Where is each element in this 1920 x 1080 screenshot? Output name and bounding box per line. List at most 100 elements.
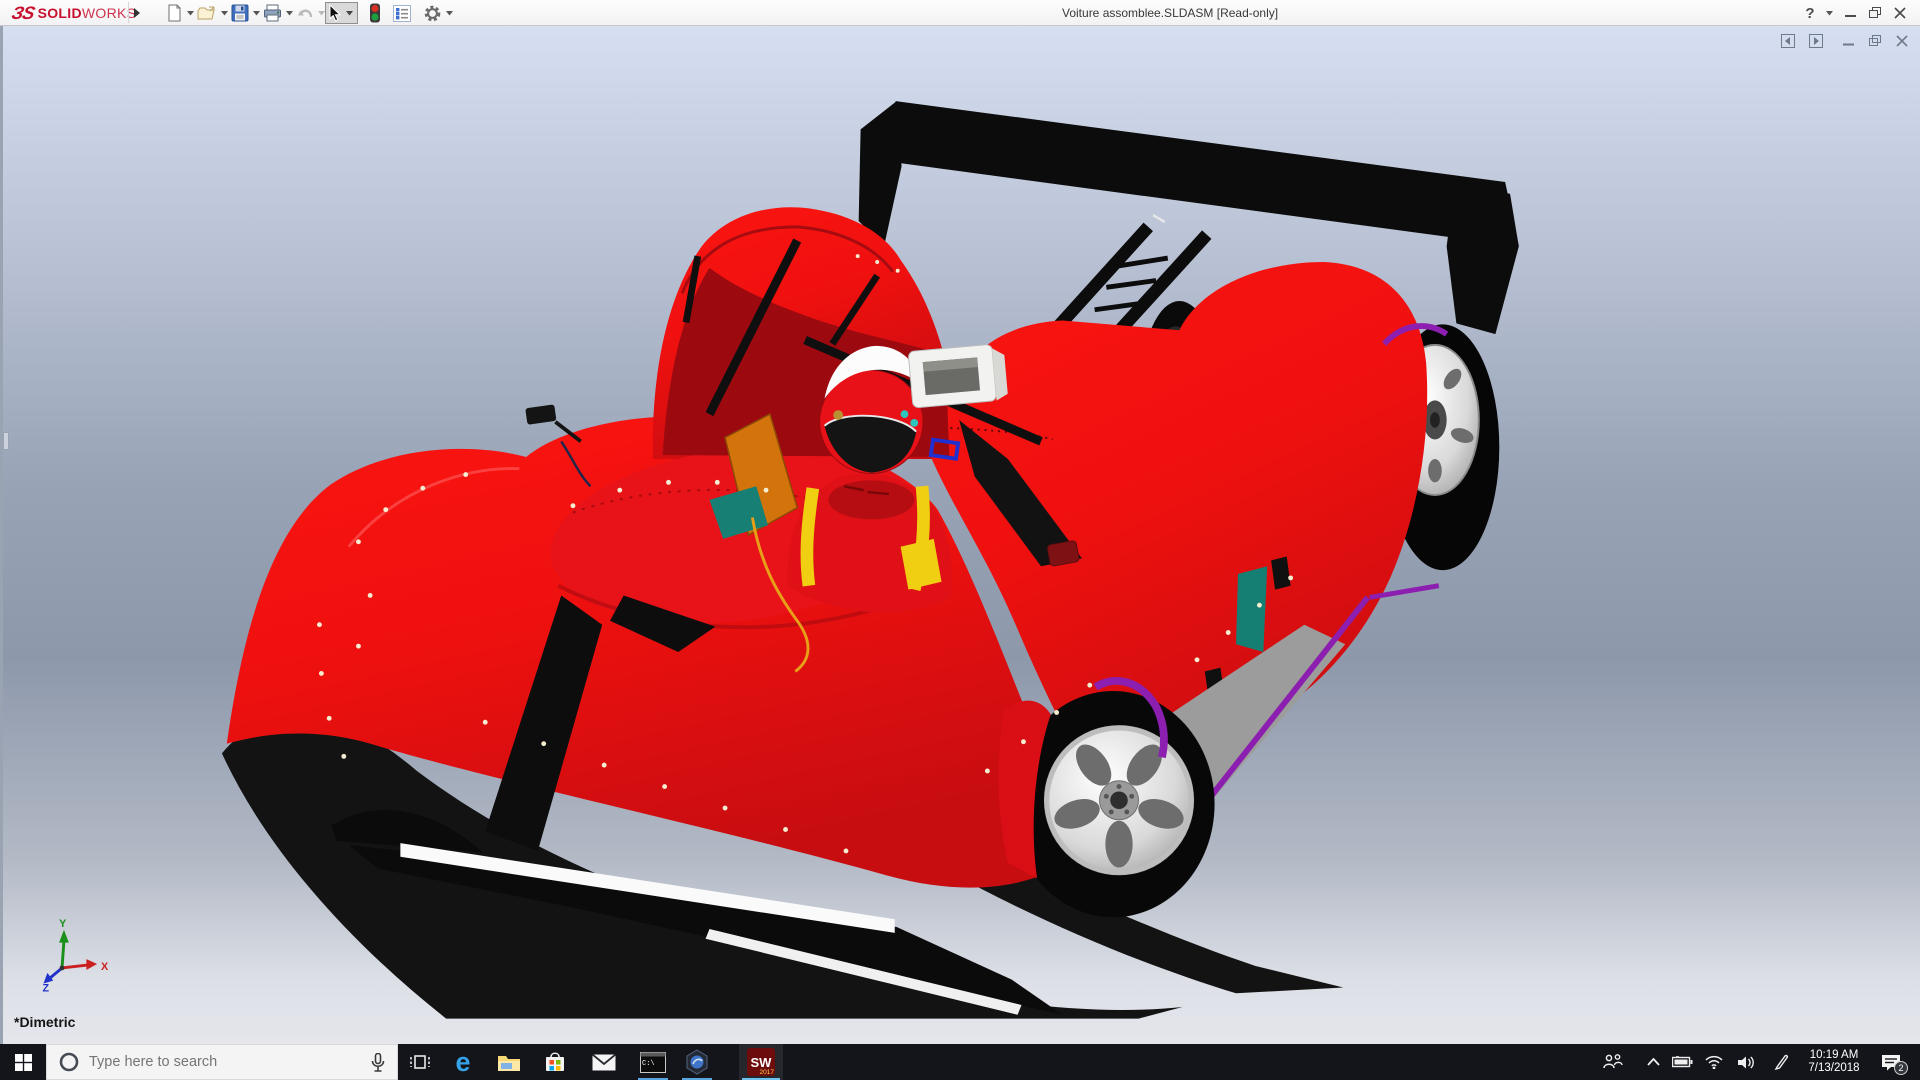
save-button[interactable] (228, 1, 252, 25)
start-button[interactable] (0, 1044, 46, 1080)
graphics-viewport[interactable]: Y X Z *Dimetric (0, 26, 1920, 1044)
task-view-icon (409, 1052, 431, 1072)
orientation-triad: Y X Z (43, 918, 110, 994)
windows-taskbar: e C:\ (0, 1044, 1920, 1080)
taskbar-solidworks[interactable]: SW 2017 (739, 1044, 783, 1080)
file-properties-button[interactable] (390, 1, 414, 25)
sw-label: SW (751, 1055, 772, 1070)
tray-time: 10:19 AM (1810, 1049, 1859, 1062)
task-view-button[interactable] (398, 1044, 442, 1080)
printer-icon (263, 4, 282, 22)
edge-icon: e (455, 1049, 470, 1076)
battery-button[interactable] (1668, 1044, 1696, 1080)
battery-icon (1672, 1056, 1693, 1068)
wifi-button[interactable] (1700, 1044, 1728, 1080)
search-input[interactable] (89, 1054, 371, 1070)
undo-dropdown[interactable] (317, 1, 325, 25)
undo-arrow-icon (296, 5, 314, 21)
tray-date: 7/13/2018 (1808, 1062, 1859, 1075)
close-icon (1894, 7, 1906, 19)
caret-down-icon (187, 11, 194, 16)
triad-x-label: X (101, 961, 109, 973)
save-dropdown[interactable] (252, 1, 260, 25)
command-prompt-icon: C:\ (640, 1052, 666, 1073)
volume-icon (1738, 1055, 1755, 1070)
caret-down-icon (318, 11, 325, 16)
document-title: Voiture assomblee.SLDASM [Read-only] (1062, 0, 1278, 26)
teal-side-intake (1236, 566, 1267, 652)
harness-strap-left (807, 488, 813, 586)
solidworks-logo: ЗS SOLIDWORKS (12, 1, 136, 25)
restore-button[interactable] (1869, 0, 1885, 26)
wifi-icon (1705, 1055, 1723, 1069)
store-icon (544, 1051, 566, 1073)
caret-down-icon (286, 11, 293, 16)
file-properties-icon (393, 5, 411, 22)
mail-icon (592, 1054, 616, 1071)
print-button[interactable] (260, 1, 285, 25)
open-dropdown[interactable] (220, 1, 228, 25)
minimize-button[interactable] (1845, 0, 1861, 26)
select-cursor-icon (328, 5, 343, 22)
select-dropdown-icon[interactable] (346, 11, 355, 16)
quick-access-toolbar (163, 0, 453, 26)
caret-down-icon (253, 11, 260, 16)
volume-button[interactable] (1732, 1044, 1760, 1080)
new-document-icon (166, 4, 183, 22)
intake-box (908, 343, 1008, 408)
hidden-icons-chevron[interactable] (1640, 1044, 1666, 1080)
options-button[interactable] (420, 1, 445, 25)
people-icon (1603, 1054, 1623, 1070)
clock[interactable]: 10:19 AM 7/13/2018 (1798, 1044, 1870, 1080)
taskbar-file-explorer[interactable] (487, 1044, 531, 1080)
file-explorer-icon (497, 1053, 521, 1072)
taskbar-edrawings[interactable] (675, 1044, 719, 1080)
gear-icon (423, 4, 442, 23)
traffic-light-icon (369, 3, 381, 23)
close-button[interactable] (1894, 0, 1910, 26)
taskbar-edge[interactable]: e (441, 1044, 485, 1080)
brand-solid: SOLID (38, 5, 82, 21)
taskbar-store[interactable] (533, 1044, 577, 1080)
sw-year: 2017 (760, 1069, 774, 1076)
undo-button[interactable] (293, 1, 317, 25)
save-floppy-icon (231, 4, 249, 22)
notification-badge: 2 (1894, 1061, 1908, 1075)
windows-ink-button[interactable] (1768, 1044, 1796, 1080)
flyout-arrow-icon (133, 8, 141, 18)
taskbar-command-prompt[interactable]: C:\ (631, 1044, 675, 1080)
windows-logo-icon (15, 1054, 32, 1071)
select-tool-button[interactable] (325, 2, 358, 24)
microphone-icon[interactable] (371, 1053, 385, 1072)
caret-down-icon (221, 11, 228, 16)
action-center-button[interactable]: 2 (1874, 1044, 1908, 1080)
cortana-icon (59, 1052, 79, 1072)
restore-icon (1869, 7, 1882, 19)
mirror-right (1047, 540, 1080, 566)
triad-y-label: Y (59, 918, 66, 930)
help-button[interactable]: ? (1803, 0, 1817, 26)
new-document-dropdown[interactable] (186, 1, 194, 25)
caret-down-icon (446, 11, 453, 16)
view-orientation-label: *Dimetric (14, 1014, 75, 1030)
open-button[interactable] (194, 1, 220, 25)
help-dropdown[interactable] (1826, 0, 1833, 26)
car-3d-model[interactable]: Y X Z (3, 26, 1920, 1044)
edrawings-hexagon-icon (685, 1049, 709, 1075)
people-button[interactable] (1598, 1044, 1628, 1080)
caret-down-icon (1826, 11, 1833, 16)
options-dropdown[interactable] (445, 1, 453, 25)
app-title-bar: ЗS SOLIDWORKS (0, 0, 1920, 26)
menu-flyout-button[interactable] (128, 2, 144, 23)
cmd-label: C:\ (642, 1060, 655, 1068)
solidworks-logo-mark: ЗS (9, 3, 36, 24)
triad-z-label: Z (43, 982, 50, 994)
new-document-button[interactable] (163, 1, 186, 25)
rebuild-button[interactable] (366, 1, 384, 25)
open-folder-icon (197, 5, 217, 22)
taskbar-search-box[interactable] (46, 1044, 398, 1080)
pen-icon (1774, 1054, 1790, 1070)
minimize-icon (1845, 7, 1857, 19)
taskbar-mail[interactable] (582, 1044, 626, 1080)
print-dropdown[interactable] (285, 1, 293, 25)
